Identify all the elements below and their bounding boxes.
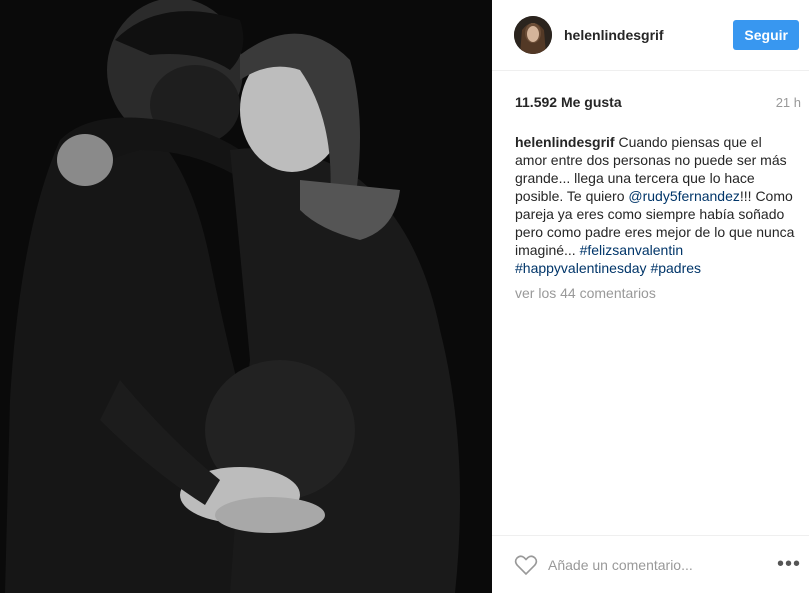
- hashtag-link[interactable]: #felizsanvalentin: [580, 242, 684, 258]
- caption-username[interactable]: helenlindesgrif: [515, 134, 615, 150]
- post-photo[interactable]: [0, 0, 492, 593]
- couple-photo-illustration: [0, 0, 492, 593]
- hashtag-link[interactable]: #padres: [650, 260, 701, 276]
- avatar[interactable]: [514, 16, 552, 54]
- username-link[interactable]: helenlindesgrif: [564, 27, 733, 43]
- heart-outline-icon[interactable]: [514, 554, 538, 576]
- follow-button[interactable]: Seguir: [733, 20, 799, 50]
- likes-count[interactable]: 11.592 Me gusta: [515, 94, 622, 110]
- post-timestamp[interactable]: 21 h: [776, 95, 801, 110]
- instagram-post: helenlindesgrif Seguir 11.592 Me gusta 2…: [0, 0, 809, 593]
- post-header: helenlindesgrif Seguir: [492, 0, 809, 71]
- more-options-icon[interactable]: •••: [777, 553, 801, 576]
- add-comment-input[interactable]: Añade un comentario...: [548, 557, 777, 573]
- post-sidebar: helenlindesgrif Seguir 11.592 Me gusta 2…: [492, 0, 809, 593]
- view-comments-link[interactable]: ver los 44 comentarios: [492, 277, 809, 301]
- avatar-image: [514, 16, 552, 54]
- mention-link[interactable]: @rudy5fernandez: [628, 188, 740, 204]
- post-stats: 11.592 Me gusta 21 h: [492, 71, 809, 133]
- hashtag-link[interactable]: #happyvalentinesday: [515, 260, 647, 276]
- post-caption: helenlindesgrif Cuando piensas que el am…: [492, 133, 809, 277]
- post-footer: Añade un comentario... •••: [492, 535, 809, 593]
